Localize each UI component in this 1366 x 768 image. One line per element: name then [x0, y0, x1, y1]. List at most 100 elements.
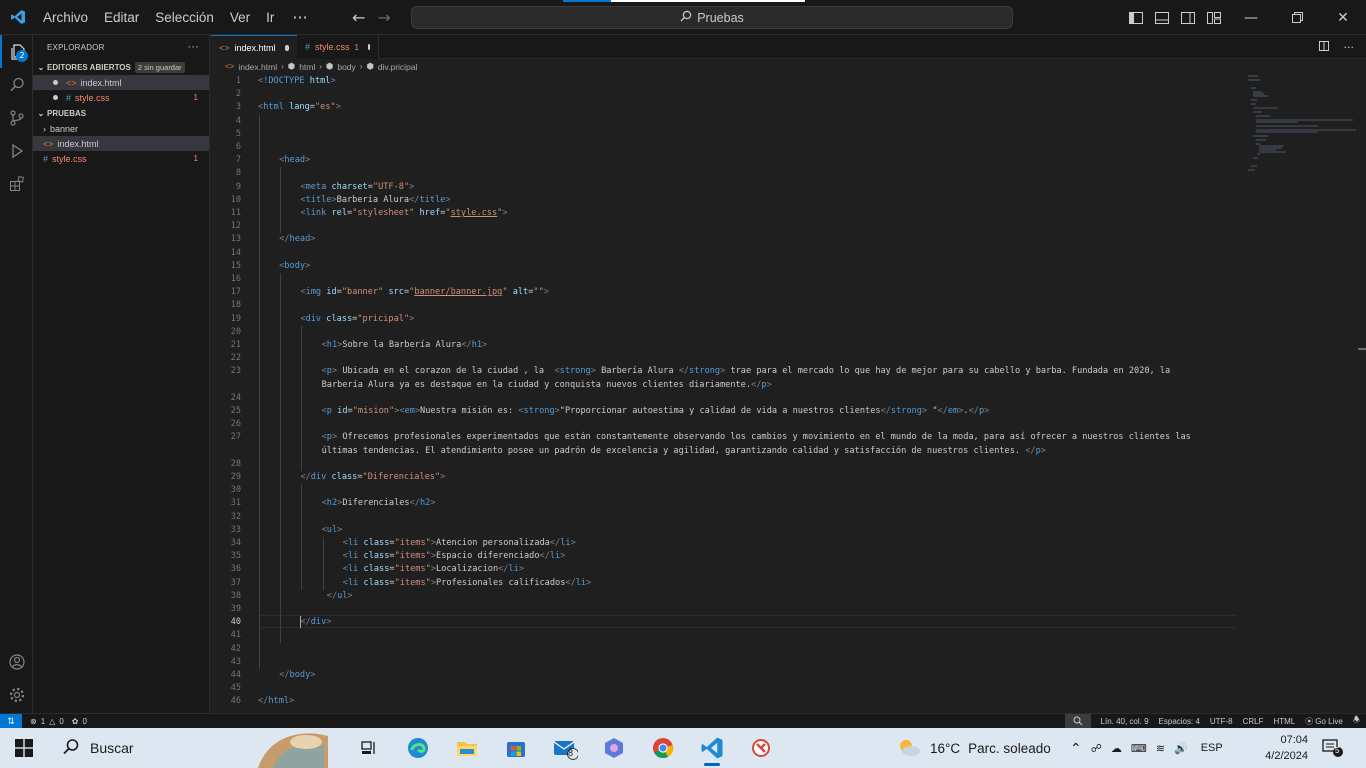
toggle-secondary-sidebar-icon[interactable]	[1180, 10, 1196, 26]
file-name: index.html	[80, 77, 122, 88]
indent-guide	[301, 325, 303, 471]
folder-section[interactable]: ⌄ PRUEBAS	[33, 105, 209, 121]
menu-item-editar[interactable]: Editar	[96, 0, 147, 35]
explorer-more-button[interactable]: ···	[187, 41, 199, 53]
menu-item-ir[interactable]: Ir	[258, 0, 282, 35]
explorer-icon[interactable]: 2	[0, 35, 33, 68]
onedrive-cloud-icon[interactable]: ☁	[1111, 742, 1122, 755]
tab-index-html[interactable]: <> index.html	[211, 35, 297, 59]
html-file-icon: <>	[219, 42, 230, 53]
chrome-browser-icon[interactable]	[638, 728, 687, 768]
line-number: 4	[235, 115, 241, 126]
edge-browser-icon[interactable]	[393, 728, 442, 768]
minimap[interactable]	[1248, 74, 1358, 184]
notifications-bell-icon[interactable]: 🕭	[1353, 714, 1360, 728]
account-icon[interactable]	[0, 645, 33, 678]
toggle-primary-sidebar-icon[interactable]	[1128, 10, 1144, 26]
windows-start-icon[interactable]	[0, 728, 48, 768]
forward-arrow-icon[interactable]: →	[377, 8, 390, 27]
line-number: 12	[230, 221, 241, 232]
remote-indicator-icon[interactable]: ⇅	[0, 713, 22, 729]
end-of-line[interactable]: CRLF	[1243, 717, 1264, 726]
code-editor[interactable]: 1 2 3 4 5 6 7 8 9 10 11 12 13 14 15 16 17 18 19 20 21 22 23 24 2…	[211, 74, 1366, 713]
source-control-icon[interactable]	[0, 101, 33, 134]
taskbar-apps: 8	[344, 728, 785, 768]
run-debug-icon[interactable]	[0, 134, 33, 167]
tray-chevron-up-icon[interactable]: ⌃	[1070, 740, 1082, 757]
search-highlight-image	[258, 733, 328, 768]
encoding[interactable]: UTF-8	[1210, 717, 1233, 726]
keyboard-layout-icon[interactable]: ⌨	[1131, 742, 1147, 755]
indent-guide	[301, 484, 303, 590]
scrollbar-marker[interactable]	[1358, 348, 1366, 350]
notification-center-icon[interactable]: 5	[1322, 738, 1346, 758]
microsoft-store-icon[interactable]	[491, 728, 540, 768]
breadcrumb-item[interactable]: html	[299, 62, 315, 72]
open-editors-section[interactable]: ⌄ EDITORES ABIERTOS 2 sin guardar	[33, 59, 209, 75]
vscode-taskbar-icon[interactable]	[687, 728, 736, 768]
menu-item-selección[interactable]: Selección	[147, 0, 222, 35]
back-arrow-icon[interactable]: ←	[352, 8, 365, 27]
code-line: </body>	[279, 670, 316, 680]
unsaved-tag: 2 sin guardar	[134, 61, 185, 73]
meet-now-icon[interactable]: ☍	[1091, 742, 1102, 755]
breadcrumb-item[interactable]: body	[337, 62, 355, 72]
wifi-icon[interactable]: ≋	[1156, 742, 1165, 755]
minimize-icon[interactable]: —	[1228, 0, 1274, 35]
taskbar-search[interactable]: Buscar	[48, 728, 338, 768]
file-item[interactable]: # style.css 1	[33, 151, 209, 166]
zoom-icon[interactable]	[1064, 713, 1091, 729]
command-center-search[interactable]: Pruebas	[411, 6, 1013, 29]
copilot-icon[interactable]	[589, 728, 638, 768]
more-actions-icon[interactable]: ···	[1344, 41, 1355, 54]
extensions-icon[interactable]	[0, 167, 33, 200]
language-indicator[interactable]: ESP	[1201, 742, 1223, 754]
code-line: <html lang="es">	[258, 102, 341, 113]
menu-item-archivo[interactable]: Archivo	[35, 0, 96, 35]
cursor-position[interactable]: Lín. 40, col. 9	[1101, 717, 1149, 726]
warning-count: 0	[59, 716, 64, 726]
breadcrumb-item[interactable]: div.pricipal	[378, 62, 418, 72]
open-editor-item[interactable]: # style.css 1	[33, 90, 209, 105]
line-number: 41	[230, 630, 241, 641]
indent-guide	[259, 114, 260, 669]
line-number: 35	[230, 551, 241, 562]
problems-indicator[interactable]: ⊗ 1 △ 0 ✿ 0	[22, 717, 87, 726]
title-accent-highlight	[611, 0, 805, 2]
customize-layout-icon[interactable]	[1206, 10, 1222, 26]
breadcrumb-item[interactable]: index.html	[238, 62, 277, 72]
folder-item[interactable]: › banner	[33, 121, 209, 136]
toggle-panel-icon[interactable]	[1154, 10, 1170, 26]
close-icon[interactable]: ✕	[1320, 0, 1366, 35]
go-live-button[interactable]: ⦿ Go Live	[1305, 716, 1343, 727]
line-number: 44	[230, 670, 241, 680]
settings-gear-icon[interactable]	[0, 678, 33, 711]
mail-icon[interactable]: 8	[540, 728, 589, 768]
volume-icon[interactable]: 🔊	[1174, 742, 1188, 755]
open-editor-item[interactable]: <> index.html	[33, 75, 209, 90]
broadcast-icon: ⦿	[1305, 716, 1314, 726]
language-mode[interactable]: HTML	[1273, 717, 1295, 726]
menu-more-button[interactable]: ···	[282, 8, 317, 27]
file-explorer-icon[interactable]	[442, 728, 491, 768]
title-accent	[563, 0, 611, 2]
code-line: <meta charset="UTF-8">	[300, 181, 415, 192]
code-line: <p> Ofrecemos profesionales experimentad…	[321, 432, 1191, 443]
clock[interactable]: 07:04 4/2/2024	[1258, 732, 1308, 764]
file-item[interactable]: <> index.html	[33, 136, 209, 151]
split-editor-icon[interactable]	[1318, 40, 1330, 55]
app-icon[interactable]	[736, 728, 785, 768]
tab-style-css[interactable]: # style.css 1	[297, 35, 379, 59]
menu-item-ver[interactable]: Ver	[222, 0, 258, 35]
line-number: 11	[230, 208, 241, 218]
file-name: index.html	[57, 138, 99, 149]
code-line: <link rel="stylesheet" href="style.css">	[300, 208, 508, 218]
weather-widget[interactable]: 16°C Parc. soleado	[896, 728, 1051, 768]
search-view-icon[interactable]	[0, 68, 33, 101]
restore-icon[interactable]	[1274, 0, 1320, 35]
html-file-icon: <>	[225, 62, 235, 71]
task-view-icon[interactable]	[344, 728, 393, 768]
explorer-badge: 2	[16, 50, 28, 62]
element-icon: ⬢	[287, 61, 296, 71]
indentation[interactable]: Espacios: 4	[1159, 717, 1200, 726]
